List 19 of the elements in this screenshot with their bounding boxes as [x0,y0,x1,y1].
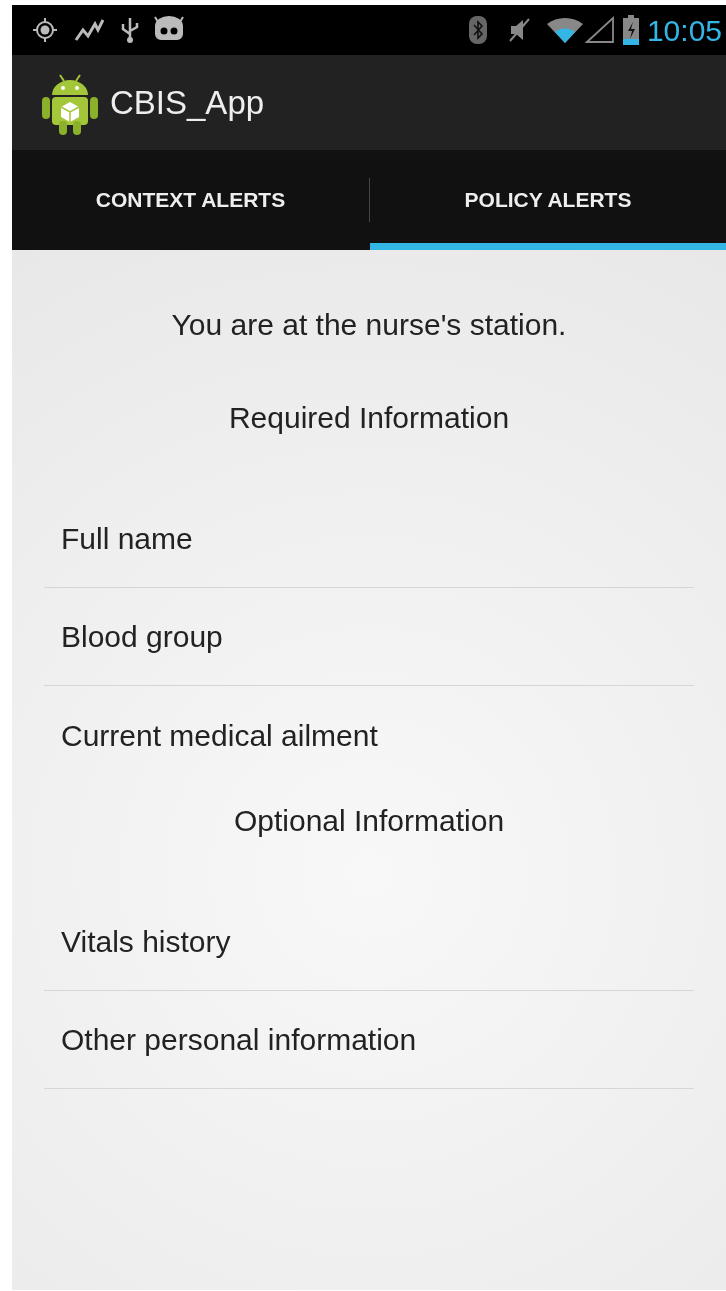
list-item[interactable]: Full name [44,490,694,588]
wifi-icon [544,15,585,45]
battery-charging-icon [622,15,639,45]
list-item[interactable]: Blood group [44,588,694,686]
location-icon [32,17,58,43]
location-message: You are at the nurse's station. [171,307,567,343]
list-item[interactable]: Other personal information [44,991,694,1089]
activity-graph-icon [74,18,104,42]
bluetooth-icon [468,16,487,44]
list-item[interactable]: Vitals history [44,893,694,991]
muted-speaker-icon [506,16,533,44]
list-item[interactable]: Current medical ailment [44,686,694,754]
app-title: CBIS_App [110,82,265,123]
tab[interactable]: CONTEXT ALERTS [12,150,369,250]
signal-icon [584,16,615,44]
status-time: 10:05 [646,12,722,49]
section-heading: Optional Information [233,803,505,839]
section-heading: Required Information [228,400,510,436]
usb-icon [120,16,140,44]
